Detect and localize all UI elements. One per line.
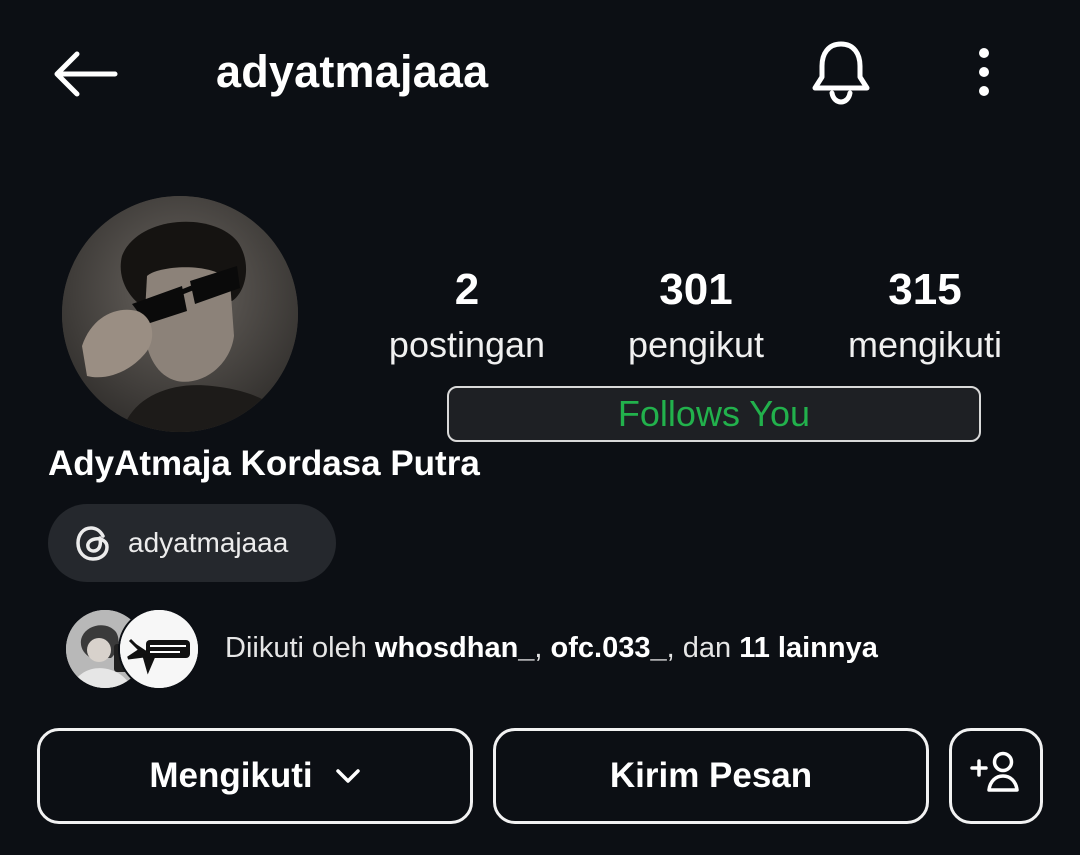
stat-posts[interactable]: 2 postingan	[367, 262, 567, 372]
profile-avatar[interactable]	[62, 196, 298, 432]
profile-screen: adyatmajaaa 2 postingan 301 pengikut 315…	[0, 0, 1080, 855]
stat-following-label: mengikuti	[847, 324, 1003, 365]
more-options-button[interactable]	[962, 44, 1006, 104]
add-person-icon	[969, 750, 1023, 803]
suggested-accounts-button[interactable]	[949, 728, 1043, 824]
notifications-button[interactable]	[806, 38, 876, 110]
stat-followers[interactable]: 301 pengikut	[596, 262, 796, 372]
stat-followers-count: 301	[659, 265, 733, 314]
mutual-avatar-2	[118, 608, 200, 690]
mutual-others[interactable]: 11 lainnya	[739, 632, 878, 664]
followed-by-sep2: , dan	[666, 632, 732, 664]
mutual-user-2[interactable]: ofc.033_	[551, 632, 667, 664]
profile-username-title: adyatmajaaa	[216, 46, 489, 97]
followed-by-sep1: ,	[534, 632, 543, 664]
threads-link-chip[interactable]: adyatmajaaa	[48, 504, 336, 582]
followed-by-prefix: Diikuti oleh	[225, 632, 367, 664]
mutual-user-1[interactable]: whosdhan_	[375, 632, 535, 664]
stat-following-count: 315	[888, 265, 962, 314]
threads-icon	[72, 521, 116, 565]
mutual-followers-avatars[interactable]	[64, 608, 200, 690]
stat-followers-label: pengikut	[627, 324, 765, 365]
stat-posts-label: postingan	[388, 324, 546, 365]
message-button[interactable]: Kirim Pesan	[493, 728, 929, 824]
stat-following[interactable]: 315 mengikuti	[825, 262, 1025, 372]
threads-handle: adyatmajaaa	[128, 527, 289, 558]
profile-full-name: AdyAtmaja Kordasa Putra	[48, 444, 480, 483]
following-button[interactable]: Mengikuti	[37, 728, 473, 824]
back-button[interactable]	[46, 44, 122, 108]
arrow-left-icon	[49, 49, 119, 104]
follows-you-badge: Follows You	[447, 386, 981, 442]
chevron-down-icon	[335, 767, 361, 785]
stat-posts-count: 2	[454, 265, 480, 314]
followed-by-text[interactable]: Diikuti oleh whosdhan_, ofc.033_, dan 11…	[225, 632, 878, 665]
more-vertical-icon	[977, 46, 991, 103]
bell-icon	[810, 39, 872, 110]
message-button-label: Kirim Pesan	[609, 756, 813, 795]
following-button-label: Mengikuti	[149, 756, 313, 795]
